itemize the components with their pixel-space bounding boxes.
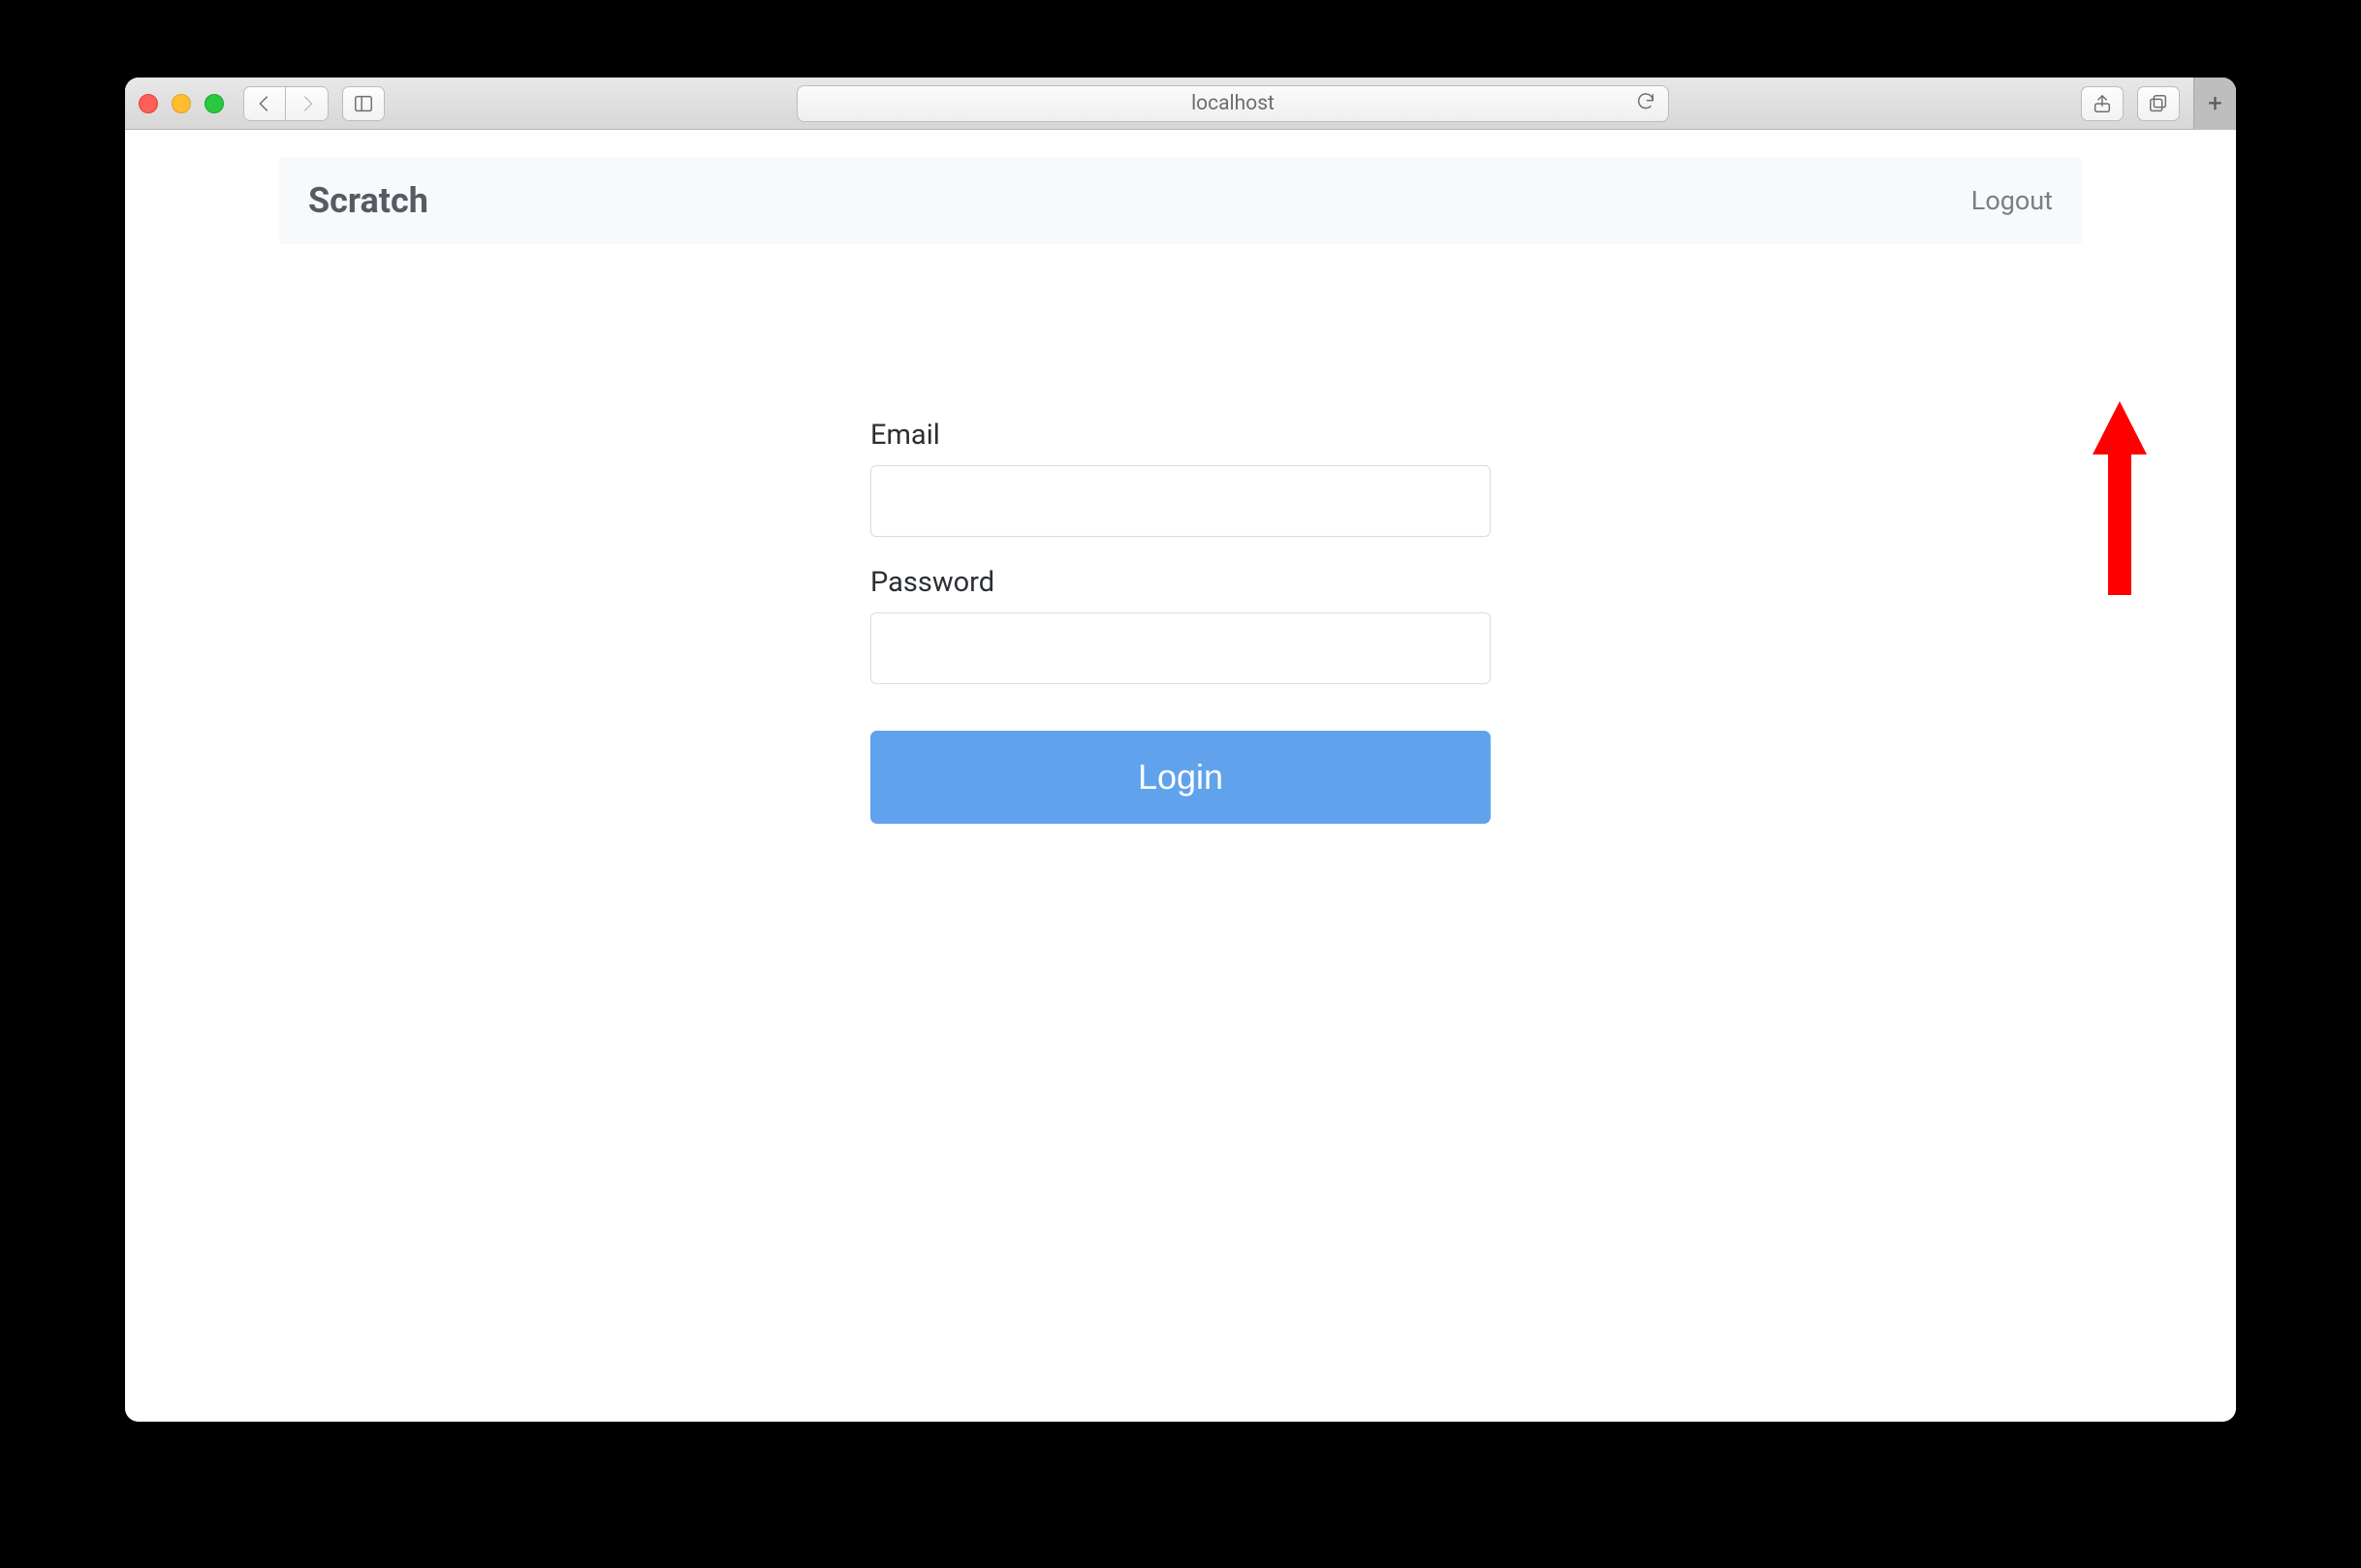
maximize-window-button[interactable] bbox=[205, 94, 224, 113]
app-brand[interactable]: Scratch bbox=[308, 180, 428, 221]
plus-icon: + bbox=[2208, 89, 2222, 118]
login-form: Email Password Login bbox=[870, 419, 1491, 824]
share-button[interactable] bbox=[2081, 86, 2124, 121]
address-bar[interactable]: localhost bbox=[797, 85, 1669, 122]
tabs-button[interactable] bbox=[2137, 86, 2180, 121]
page-viewport: Scratch Logout Email Password Login bbox=[125, 130, 2236, 1422]
password-label: Password bbox=[870, 566, 1491, 599]
email-field[interactable] bbox=[870, 465, 1491, 537]
annotation-arrow bbox=[2091, 401, 2149, 595]
browser-window: localhost + bbox=[125, 78, 2236, 1422]
forward-button[interactable] bbox=[286, 86, 329, 121]
new-tab-button[interactable]: + bbox=[2193, 78, 2236, 130]
tabs-icon bbox=[2148, 93, 2169, 114]
back-button[interactable] bbox=[243, 86, 286, 121]
logout-link[interactable]: Logout bbox=[1971, 185, 2053, 216]
close-window-button[interactable] bbox=[139, 94, 158, 113]
minimize-window-button[interactable] bbox=[172, 94, 191, 113]
window-controls bbox=[139, 94, 224, 113]
password-field[interactable] bbox=[870, 612, 1491, 684]
app-navbar: Scratch Logout bbox=[279, 157, 2082, 244]
reload-icon bbox=[1635, 90, 1656, 111]
chevron-left-icon bbox=[254, 93, 275, 114]
nav-buttons bbox=[243, 86, 329, 121]
sidebar-toggle-button[interactable] bbox=[342, 86, 385, 121]
share-icon bbox=[2092, 93, 2113, 114]
login-button[interactable]: Login bbox=[870, 731, 1491, 824]
chevron-right-icon bbox=[297, 93, 318, 114]
address-text: localhost bbox=[1191, 92, 1275, 115]
reload-button[interactable] bbox=[1635, 90, 1656, 116]
sidebar-icon bbox=[353, 93, 374, 114]
browser-toolbar: localhost + bbox=[125, 78, 2236, 130]
email-label: Email bbox=[870, 419, 1491, 452]
